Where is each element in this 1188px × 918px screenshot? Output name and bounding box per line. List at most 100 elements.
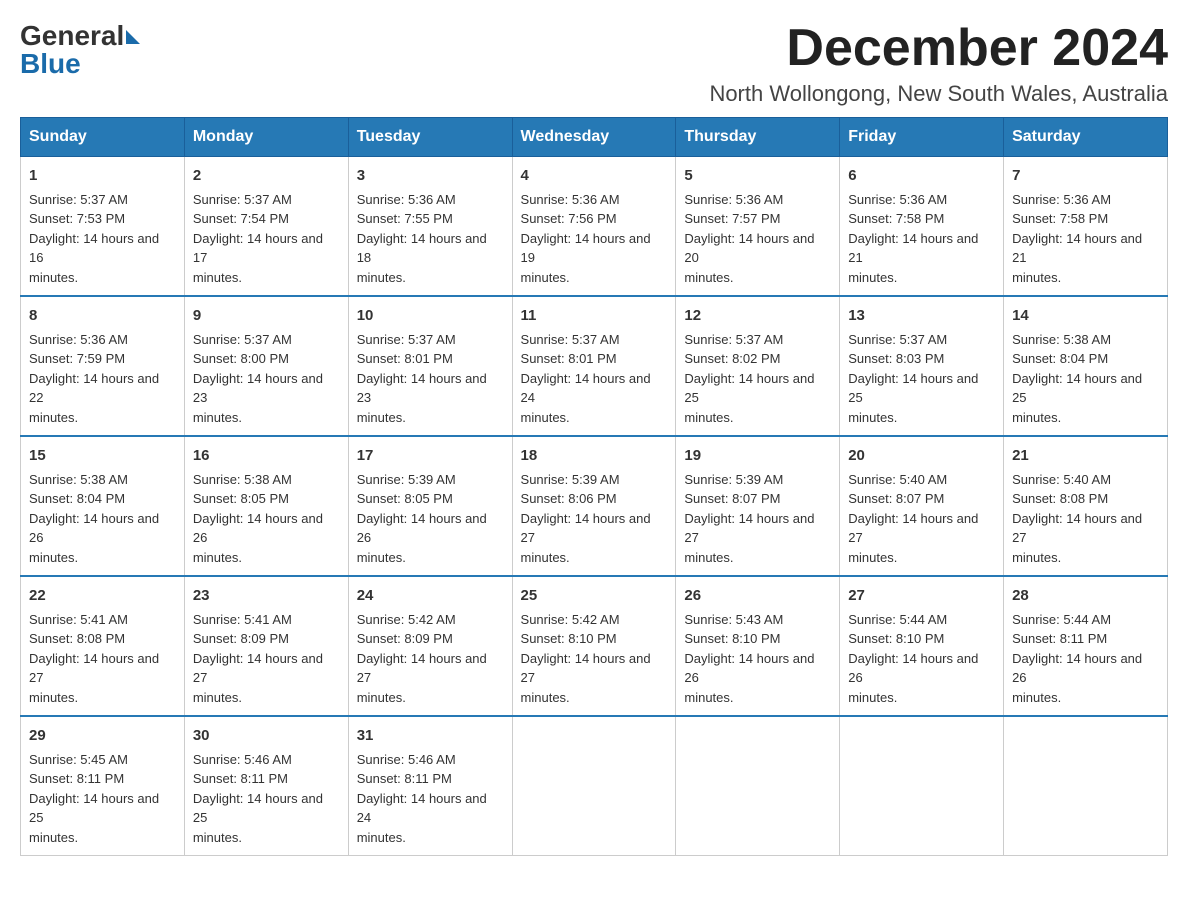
calendar-table: SundayMondayTuesdayWednesdayThursdayFrid… [20,117,1168,856]
day-details: Sunrise: 5:40 AMSunset: 8:08 PMDaylight:… [1012,470,1159,568]
day-details: Sunrise: 5:44 AMSunset: 8:10 PMDaylight:… [848,610,995,708]
calendar-cell [1004,716,1168,856]
day-number: 2 [193,165,340,188]
day-number: 9 [193,305,340,328]
day-number: 4 [521,165,668,188]
calendar-cell: 22 Sunrise: 5:41 AMSunset: 8:08 PMDaylig… [21,576,185,716]
calendar-cell: 28 Sunrise: 5:44 AMSunset: 8:11 PMDaylig… [1004,576,1168,716]
calendar-cell: 4 Sunrise: 5:36 AMSunset: 7:56 PMDayligh… [512,157,676,297]
day-number: 29 [29,725,176,748]
day-details: Sunrise: 5:37 AMSunset: 8:01 PMDaylight:… [357,330,504,428]
calendar-cell: 20 Sunrise: 5:40 AMSunset: 8:07 PMDaylig… [840,436,1004,576]
weekday-header-thursday: Thursday [676,118,840,157]
day-details: Sunrise: 5:44 AMSunset: 8:11 PMDaylight:… [1012,610,1159,708]
calendar-cell: 15 Sunrise: 5:38 AMSunset: 8:04 PMDaylig… [21,436,185,576]
logo: General Blue [20,20,140,80]
day-number: 28 [1012,585,1159,608]
calendar-cell: 16 Sunrise: 5:38 AMSunset: 8:05 PMDaylig… [184,436,348,576]
day-details: Sunrise: 5:46 AMSunset: 8:11 PMDaylight:… [357,750,504,848]
calendar-cell: 29 Sunrise: 5:45 AMSunset: 8:11 PMDaylig… [21,716,185,856]
day-number: 24 [357,585,504,608]
day-details: Sunrise: 5:41 AMSunset: 8:09 PMDaylight:… [193,610,340,708]
calendar-cell: 18 Sunrise: 5:39 AMSunset: 8:06 PMDaylig… [512,436,676,576]
weekday-header-row: SundayMondayTuesdayWednesdayThursdayFrid… [21,118,1168,157]
location-title: North Wollongong, New South Wales, Austr… [709,81,1168,107]
day-number: 6 [848,165,995,188]
day-number: 26 [684,585,831,608]
day-details: Sunrise: 5:38 AMSunset: 8:05 PMDaylight:… [193,470,340,568]
day-number: 10 [357,305,504,328]
calendar-cell: 13 Sunrise: 5:37 AMSunset: 8:03 PMDaylig… [840,296,1004,436]
logo-blue-text: Blue [20,48,81,80]
day-number: 19 [684,445,831,468]
calendar-cell: 1 Sunrise: 5:37 AMSunset: 7:53 PMDayligh… [21,157,185,297]
day-details: Sunrise: 5:45 AMSunset: 8:11 PMDaylight:… [29,750,176,848]
calendar-week-row: 8 Sunrise: 5:36 AMSunset: 7:59 PMDayligh… [21,296,1168,436]
calendar-cell: 25 Sunrise: 5:42 AMSunset: 8:10 PMDaylig… [512,576,676,716]
weekday-header-sunday: Sunday [21,118,185,157]
day-details: Sunrise: 5:38 AMSunset: 8:04 PMDaylight:… [29,470,176,568]
weekday-header-friday: Friday [840,118,1004,157]
day-details: Sunrise: 5:42 AMSunset: 8:10 PMDaylight:… [521,610,668,708]
day-details: Sunrise: 5:39 AMSunset: 8:06 PMDaylight:… [521,470,668,568]
day-number: 5 [684,165,831,188]
weekday-header-monday: Monday [184,118,348,157]
day-number: 18 [521,445,668,468]
calendar-cell: 23 Sunrise: 5:41 AMSunset: 8:09 PMDaylig… [184,576,348,716]
day-number: 22 [29,585,176,608]
calendar-cell: 27 Sunrise: 5:44 AMSunset: 8:10 PMDaylig… [840,576,1004,716]
day-details: Sunrise: 5:39 AMSunset: 8:05 PMDaylight:… [357,470,504,568]
calendar-cell: 10 Sunrise: 5:37 AMSunset: 8:01 PMDaylig… [348,296,512,436]
logo-triangle-icon [126,30,140,44]
calendar-cell: 30 Sunrise: 5:46 AMSunset: 8:11 PMDaylig… [184,716,348,856]
day-number: 11 [521,305,668,328]
weekday-header-saturday: Saturday [1004,118,1168,157]
day-details: Sunrise: 5:36 AMSunset: 7:57 PMDaylight:… [684,190,831,288]
calendar-cell: 21 Sunrise: 5:40 AMSunset: 8:08 PMDaylig… [1004,436,1168,576]
calendar-cell: 24 Sunrise: 5:42 AMSunset: 8:09 PMDaylig… [348,576,512,716]
day-number: 17 [357,445,504,468]
day-number: 3 [357,165,504,188]
calendar-cell: 19 Sunrise: 5:39 AMSunset: 8:07 PMDaylig… [676,436,840,576]
calendar-week-row: 15 Sunrise: 5:38 AMSunset: 8:04 PMDaylig… [21,436,1168,576]
day-details: Sunrise: 5:43 AMSunset: 8:10 PMDaylight:… [684,610,831,708]
day-details: Sunrise: 5:36 AMSunset: 7:59 PMDaylight:… [29,330,176,428]
day-number: 1 [29,165,176,188]
calendar-cell: 12 Sunrise: 5:37 AMSunset: 8:02 PMDaylig… [676,296,840,436]
calendar-cell: 2 Sunrise: 5:37 AMSunset: 7:54 PMDayligh… [184,157,348,297]
day-number: 7 [1012,165,1159,188]
calendar-cell: 8 Sunrise: 5:36 AMSunset: 7:59 PMDayligh… [21,296,185,436]
day-details: Sunrise: 5:36 AMSunset: 7:56 PMDaylight:… [521,190,668,288]
month-title: December 2024 [709,20,1168,77]
day-details: Sunrise: 5:36 AMSunset: 7:55 PMDaylight:… [357,190,504,288]
day-number: 16 [193,445,340,468]
calendar-week-row: 22 Sunrise: 5:41 AMSunset: 8:08 PMDaylig… [21,576,1168,716]
calendar-week-row: 29 Sunrise: 5:45 AMSunset: 8:11 PMDaylig… [21,716,1168,856]
day-details: Sunrise: 5:39 AMSunset: 8:07 PMDaylight:… [684,470,831,568]
day-number: 23 [193,585,340,608]
day-number: 14 [1012,305,1159,328]
day-details: Sunrise: 5:36 AMSunset: 7:58 PMDaylight:… [848,190,995,288]
day-details: Sunrise: 5:36 AMSunset: 7:58 PMDaylight:… [1012,190,1159,288]
day-number: 13 [848,305,995,328]
calendar-week-row: 1 Sunrise: 5:37 AMSunset: 7:53 PMDayligh… [21,157,1168,297]
title-area: December 2024 North Wollongong, New Sout… [709,20,1168,107]
day-number: 8 [29,305,176,328]
calendar-cell: 6 Sunrise: 5:36 AMSunset: 7:58 PMDayligh… [840,157,1004,297]
day-number: 21 [1012,445,1159,468]
calendar-cell: 11 Sunrise: 5:37 AMSunset: 8:01 PMDaylig… [512,296,676,436]
calendar-cell: 17 Sunrise: 5:39 AMSunset: 8:05 PMDaylig… [348,436,512,576]
day-details: Sunrise: 5:41 AMSunset: 8:08 PMDaylight:… [29,610,176,708]
day-details: Sunrise: 5:37 AMSunset: 8:02 PMDaylight:… [684,330,831,428]
day-details: Sunrise: 5:42 AMSunset: 8:09 PMDaylight:… [357,610,504,708]
page-header: General Blue December 2024 North Wollong… [20,20,1168,107]
calendar-cell: 7 Sunrise: 5:36 AMSunset: 7:58 PMDayligh… [1004,157,1168,297]
day-number: 15 [29,445,176,468]
day-details: Sunrise: 5:38 AMSunset: 8:04 PMDaylight:… [1012,330,1159,428]
day-number: 25 [521,585,668,608]
day-details: Sunrise: 5:37 AMSunset: 8:01 PMDaylight:… [521,330,668,428]
day-details: Sunrise: 5:37 AMSunset: 7:53 PMDaylight:… [29,190,176,288]
day-number: 27 [848,585,995,608]
calendar-cell: 31 Sunrise: 5:46 AMSunset: 8:11 PMDaylig… [348,716,512,856]
day-details: Sunrise: 5:37 AMSunset: 7:54 PMDaylight:… [193,190,340,288]
